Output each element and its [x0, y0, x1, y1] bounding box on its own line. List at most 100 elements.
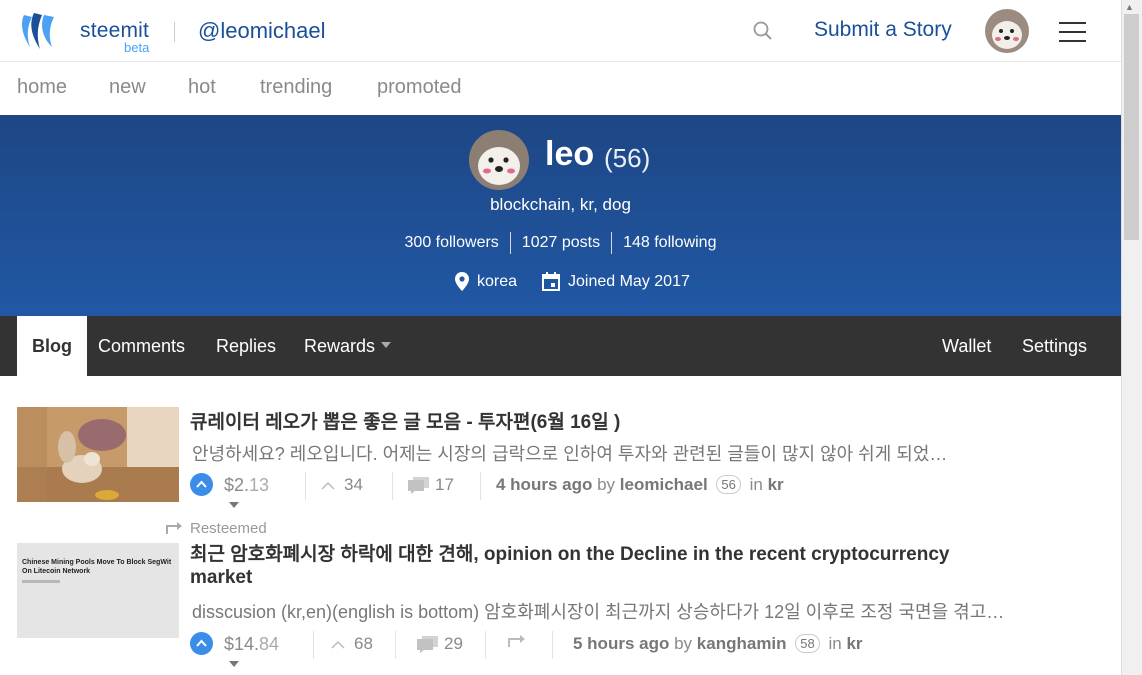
- profile-location: korea: [455, 272, 517, 291]
- footer-divider: [485, 631, 486, 659]
- thumbnail-byline: [22, 580, 60, 583]
- nav-promoted[interactable]: promoted: [377, 76, 462, 99]
- brand-name: steemit: [80, 19, 150, 42]
- brand[interactable]: steemit beta: [80, 19, 150, 55]
- post-time[interactable]: 5 hours ago: [573, 634, 669, 653]
- comments-value: 29: [444, 634, 463, 653]
- post-title-line-2: market: [190, 567, 253, 588]
- post-excerpt[interactable]: disscusion (kr,en)(english is bottom) 암호…: [192, 598, 1004, 624]
- resteemed-text: Resteemed: [190, 520, 267, 537]
- tab-wallet[interactable]: Wallet: [942, 316, 991, 376]
- scroll-up-arrow-icon[interactable]: ▲: [1125, 2, 1134, 12]
- location-text: korea: [477, 272, 518, 290]
- footer-divider: [305, 472, 306, 500]
- footer-divider: [552, 631, 553, 659]
- post-author[interactable]: leomichael: [620, 475, 708, 494]
- votes-icon: [331, 640, 345, 649]
- dropdown-caret-icon: [229, 661, 239, 668]
- dropdown-caret-icon: [229, 502, 239, 509]
- footer-divider: [395, 631, 396, 659]
- post-category[interactable]: kr: [846, 634, 862, 653]
- search-icon[interactable]: [752, 20, 774, 42]
- posts-count: 1027 posts: [521, 234, 601, 252]
- profile-joined: Joined May 2017: [542, 272, 690, 291]
- votes-value: 34: [344, 475, 363, 494]
- steemit-logo-icon[interactable]: [18, 9, 60, 51]
- submit-story-link[interactable]: Submit a Story: [814, 18, 952, 42]
- post-meta: 5 hours ago by kanghamin 58 in kr: [573, 634, 863, 654]
- resteem-button[interactable]: [508, 634, 526, 648]
- tab-comments[interactable]: Comments: [98, 316, 185, 376]
- votes-icon: [321, 481, 335, 490]
- post-title[interactable]: 최근 암호화폐시장 하락에 대한 견해, opinion on the Decl…: [190, 543, 949, 589]
- comments-count[interactable]: 29: [417, 634, 463, 654]
- resteem-icon: [166, 522, 182, 534]
- nav-trending[interactable]: trending: [260, 76, 332, 99]
- post-author[interactable]: kanghamin: [697, 634, 787, 653]
- tab-rewards[interactable]: Rewards: [304, 316, 392, 376]
- nav-hot[interactable]: hot: [188, 76, 216, 99]
- dropdown-caret-icon: [381, 342, 392, 349]
- profile-about: blockchain, kr, dog: [490, 195, 631, 214]
- upvote-icon: [196, 639, 207, 647]
- footer-divider: [392, 472, 393, 500]
- payout-main: $2.: [224, 475, 250, 495]
- payout-main: $14.: [224, 634, 260, 654]
- post-time[interactable]: 4 hours ago: [496, 475, 592, 494]
- upvote-button[interactable]: [190, 473, 213, 496]
- author-reputation: 56: [716, 475, 741, 494]
- post-category[interactable]: kr: [768, 475, 784, 494]
- profile-avatar: [469, 130, 529, 190]
- payout-value[interactable]: $14.84: [224, 634, 279, 675]
- footer-divider: [480, 472, 481, 500]
- followers-count[interactable]: 300 followers: [394, 234, 510, 252]
- profile-banner: leo (56) blockchain, kr, dog 300 followe…: [0, 115, 1121, 316]
- user-avatar[interactable]: [985, 9, 1029, 53]
- upvote-icon: [196, 480, 207, 488]
- post-title-line-1: 최근 암호화폐시장 하락에 대한 견해, opinion on the Decl…: [190, 544, 950, 565]
- profile-reputation: (56): [604, 143, 651, 173]
- thumbnail-headline: Chinese Mining Pools Move To Block SegWi…: [22, 559, 172, 575]
- comments-icon: [408, 476, 429, 494]
- following-count[interactable]: 148 following: [612, 234, 727, 252]
- profile-tabs: Blog Comments Replies Rewards Wallet Set…: [0, 316, 1121, 376]
- resteemed-label: Resteemed: [166, 520, 267, 537]
- post-title[interactable]: 큐레이터 레오가 뽑은 좋은 글 모음 - 투자편(6월 16일 ): [190, 407, 620, 434]
- post-thumbnail[interactable]: Chinese Mining Pools Move To Block SegWi…: [17, 543, 179, 638]
- tab-rewards-label: Rewards: [304, 336, 376, 356]
- header-divider: [174, 22, 175, 42]
- scrollbar-thumb[interactable]: [1124, 14, 1139, 240]
- comments-value: 17: [435, 475, 454, 494]
- post-by: by: [597, 475, 616, 494]
- resteem-icon: [508, 635, 525, 647]
- votes-count[interactable]: 68: [330, 634, 373, 654]
- top-header: steemit beta @leomichael Submit a Story: [0, 0, 1121, 62]
- upvote-button[interactable]: [190, 632, 213, 655]
- profile-stats: 300 followers 1027 posts 148 following: [0, 232, 1121, 254]
- brand-beta: beta: [124, 40, 150, 55]
- post-meta: 4 hours ago by leomichael 56 in kr: [496, 475, 784, 495]
- calendar-icon: [542, 272, 560, 291]
- post-by: by: [674, 634, 693, 653]
- tab-replies[interactable]: Replies: [216, 316, 276, 376]
- comments-count[interactable]: 17: [408, 475, 454, 495]
- post-excerpt[interactable]: 안녕하세요? 레오입니다. 어제는 시장의 급락으로 인하여 투자와 관련된 글…: [192, 440, 947, 466]
- tab-settings[interactable]: Settings: [1022, 316, 1087, 376]
- tab-blog[interactable]: Blog: [17, 316, 87, 376]
- joined-text: Joined May 2017: [568, 272, 690, 290]
- payout-cents: 84: [259, 634, 280, 654]
- votes-count[interactable]: 34: [320, 475, 363, 495]
- profile-name: leo: [545, 135, 595, 173]
- nav-home[interactable]: home: [17, 76, 67, 99]
- menu-icon[interactable]: [1059, 22, 1086, 42]
- location-pin-icon: [455, 272, 469, 291]
- post-in: in: [828, 634, 842, 653]
- post-in: in: [749, 475, 763, 494]
- secondary-nav: home new hot trending promoted: [0, 62, 1121, 115]
- nav-new[interactable]: new: [109, 76, 146, 99]
- votes-value: 68: [354, 634, 373, 653]
- user-handle[interactable]: @leomichael: [198, 18, 326, 44]
- post-thumbnail[interactable]: [17, 407, 179, 502]
- footer-divider: [313, 631, 314, 659]
- payout-value[interactable]: $2.13: [224, 475, 269, 517]
